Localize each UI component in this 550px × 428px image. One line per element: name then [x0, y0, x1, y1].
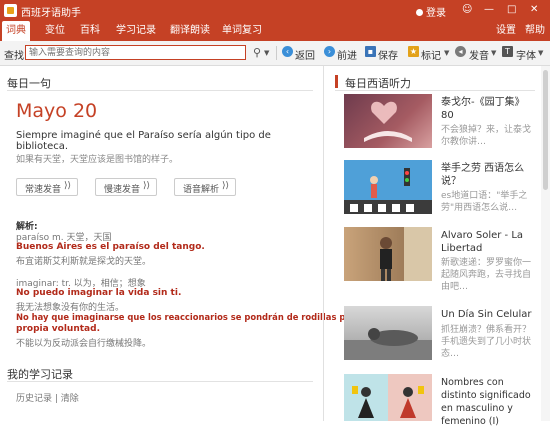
pronounce-button[interactable]: 发音 — [469, 47, 489, 62]
divider — [7, 381, 313, 382]
maximize-button[interactable]: □ — [507, 3, 516, 17]
person-street-icon — [380, 227, 432, 281]
speaker-icon[interactable]: ◂ — [455, 46, 466, 57]
slow-speed-button[interactable]: 慢速发音 ⟩⟩ — [95, 178, 157, 196]
pane-divider — [323, 66, 324, 421]
sleeping-person-icon — [344, 328, 432, 360]
divider — [7, 90, 313, 91]
chevron-down-icon[interactable]: ▼ — [444, 49, 449, 57]
sound-icon: ⟩⟩ — [221, 181, 229, 191]
listening-item-subtitle: 新歌速递：罗罗蜜你一起随风奔跑，去寻找自由吧… — [441, 258, 532, 292]
forward-icon[interactable]: › — [324, 46, 335, 57]
settings-link[interactable]: 设置 — [496, 24, 516, 38]
listening-item-title[interactable]: Un Día Sin Celular — [441, 308, 536, 321]
tab-translate[interactable]: 翻译朗读 — [170, 24, 210, 38]
search-label: 查找 — [4, 51, 24, 62]
item-thumbnail[interactable] — [344, 374, 432, 421]
tab-word-review[interactable]: 单词复习 — [222, 24, 262, 38]
font-button[interactable]: 字体 — [516, 47, 536, 62]
item-thumbnail[interactable] — [344, 306, 432, 360]
tab-dictionary[interactable]: 词典 — [2, 21, 30, 41]
forward-button[interactable]: 前进 — [337, 47, 357, 62]
sound-icon: ⟩⟩ — [63, 181, 71, 191]
item-thumbnail[interactable] — [344, 227, 432, 281]
bookmark-icon[interactable]: ★ — [408, 46, 419, 57]
daily-sentence-zh: 如果有天堂，天堂应该是图书馆的样子。 — [16, 155, 179, 165]
font-icon[interactable]: T — [502, 46, 513, 57]
normal-speed-button[interactable]: 常速发音 ⟩⟩ — [16, 178, 78, 196]
title-bar: 西班牙语助手 登录 ☺ — □ ✕ — [0, 0, 550, 21]
search-input[interactable] — [25, 45, 246, 60]
listening-item-title[interactable]: 泰戈尔-《园丁集》80 — [441, 96, 536, 122]
listening-section-title: 每日西语听力 — [345, 77, 411, 90]
heart-book-icon — [364, 101, 412, 142]
daily-date: Mayo 20 — [16, 100, 98, 122]
item-thumbnail[interactable] — [344, 94, 432, 148]
divider — [276, 46, 277, 60]
scrollbar-thumb[interactable] — [543, 70, 548, 190]
toolbar: 查找 ⚲ ▼ ‹ 返回 › 前进 ▪ 保存 ★ 标记 ▼ ◂ 发音 ▼ T 字体… — [0, 41, 550, 66]
item-thumbnail[interactable] — [344, 160, 432, 214]
voice-analysis-button[interactable]: 语音解析 ⟩⟩ — [174, 178, 236, 196]
user-icon — [416, 9, 423, 16]
crosswalk-icon — [344, 168, 432, 214]
example-sentence: No puedo imaginar la vida sin ti. — [16, 288, 182, 298]
back-button[interactable]: 返回 — [295, 47, 315, 62]
login-label: 登录 — [426, 8, 446, 19]
tab-conjugation[interactable]: 变位 — [45, 24, 65, 38]
tab-encyclopedia[interactable]: 百科 — [80, 24, 100, 38]
example-sentence: No hay que imaginarse que los reaccionar… — [16, 312, 356, 322]
listening-item-title[interactable]: Nombres con distinto significado en masc… — [441, 376, 536, 428]
section-accent — [335, 75, 338, 88]
listening-item-subtitle: es地道口语："举手之劳"用西语怎么说… — [441, 191, 528, 213]
bookmark-button[interactable]: 标记 — [421, 47, 441, 62]
button-label: 语音解析 — [183, 185, 220, 195]
skin-icon[interactable]: ☺ — [462, 3, 472, 17]
analysis-line: 布宜诺斯艾利斯就是探戈的天堂。 — [16, 257, 152, 267]
search-icon[interactable]: ⚲ — [253, 46, 261, 59]
app-logo-icon — [4, 4, 17, 17]
analysis-line: 不能以为反动派会自行缴械投降。 — [16, 339, 152, 349]
button-label: 慢速发音 — [104, 185, 141, 195]
chevron-down-icon[interactable]: ▼ — [264, 49, 269, 57]
help-link[interactable]: 帮助 — [525, 24, 545, 38]
button-label: 常速发音 — [25, 185, 62, 195]
listening-item-subtitle: 抓狂崩溃？佛系看开？手机遗失到了几小时状态… — [441, 325, 532, 359]
example-sentence: Buenos Aires es el paraíso del tango. — [16, 242, 205, 252]
history-section-title: 我的学习记录 — [7, 368, 73, 381]
login-button[interactable]: 登录 — [416, 4, 446, 19]
listening-item-title[interactable]: 举手之劳 西语怎么说？ — [441, 162, 536, 188]
close-button[interactable]: ✕ — [530, 3, 538, 17]
scrollbar[interactable] — [541, 66, 550, 421]
save-button[interactable]: 保存 — [378, 47, 398, 62]
tab-study-record[interactable]: 学习记录 — [116, 24, 156, 38]
sound-icon: ⟩⟩ — [142, 181, 150, 191]
menu-bar: 词典 变位 百科 学习记录 翻译朗读 单词复习 设置 帮助 — [0, 21, 550, 41]
example-sentence: propia voluntad. — [16, 324, 100, 334]
history-links[interactable]: 历史记录 | 清除 — [16, 391, 79, 404]
chevron-down-icon[interactable]: ▼ — [491, 49, 496, 57]
listening-item-subtitle: 不会狼掉？来，让泰戈尔教你讲… — [441, 125, 532, 147]
daily-sentence-es: Siempre imaginé que el Paraíso sería alg… — [16, 130, 271, 152]
back-icon[interactable]: ‹ — [282, 46, 293, 57]
graduates-icon — [344, 374, 424, 421]
chevron-down-icon[interactable]: ▼ — [538, 49, 543, 57]
daily-section-title: 每日一句 — [7, 77, 51, 90]
divider — [335, 90, 535, 91]
minimize-button[interactable]: — — [484, 3, 494, 17]
save-icon[interactable]: ▪ — [365, 46, 376, 57]
listening-item-title[interactable]: Alvaro Soler - La Libertad — [441, 229, 536, 255]
app-title: 西班牙语助手 — [21, 8, 81, 19]
